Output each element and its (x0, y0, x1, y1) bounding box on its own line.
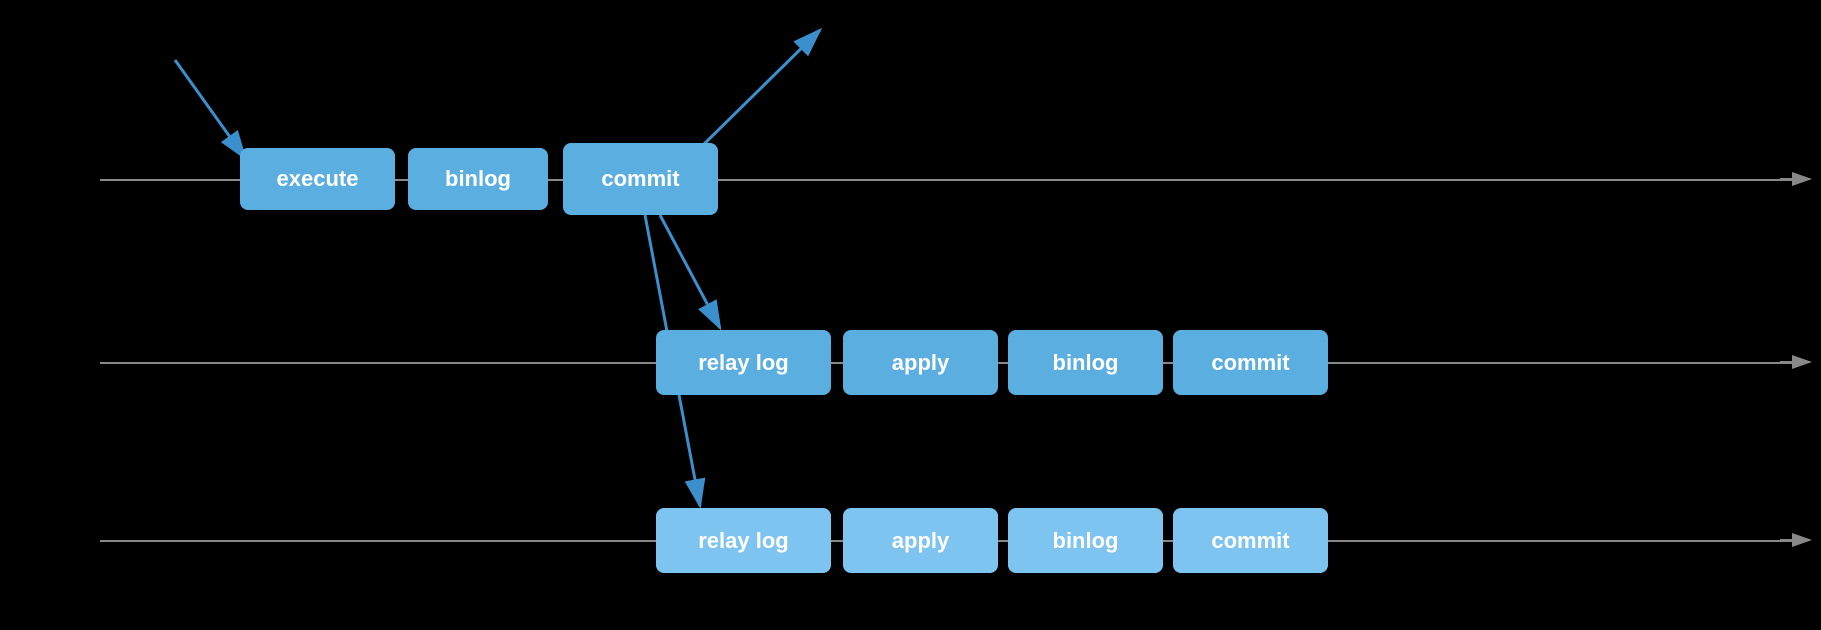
binlog2-box: binlog (1008, 330, 1163, 395)
execute-box: execute (240, 148, 395, 210)
commit2-box: commit (1173, 330, 1328, 395)
commit3-box: commit (1173, 508, 1328, 573)
relaylog2-box: relay log (656, 330, 831, 395)
apply3-box: apply (843, 508, 998, 573)
commit1-box: commit (563, 143, 718, 215)
apply2-box: apply (843, 330, 998, 395)
binlog3-box: binlog (1008, 508, 1163, 573)
diagram: execute binlog commit relay log apply bi… (0, 0, 1821, 630)
binlog1-box: binlog (408, 148, 548, 210)
relaylog3-box: relay log (656, 508, 831, 573)
